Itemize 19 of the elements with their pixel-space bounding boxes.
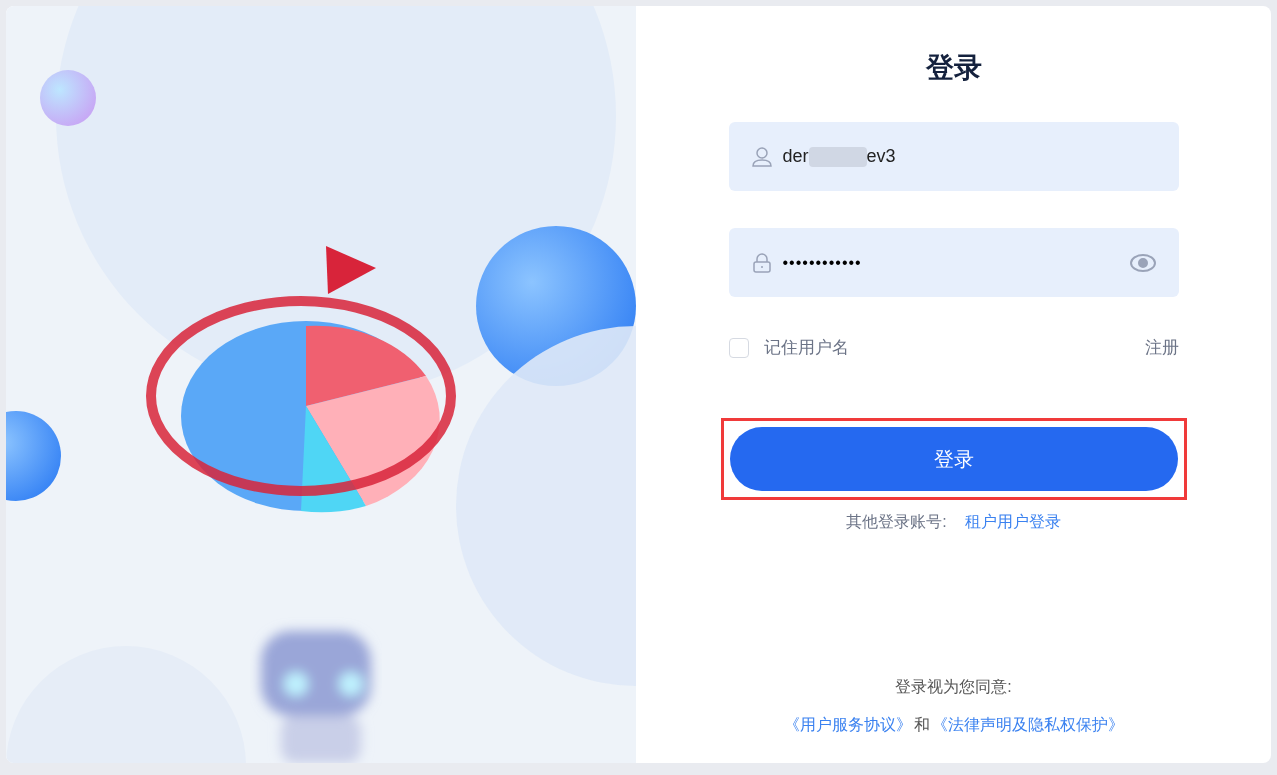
agreement-intro: 登录视为您同意: <box>895 677 1012 697</box>
register-link[interactable]: 注册 <box>1144 335 1179 361</box>
tenant-login-link[interactable]: 租户用户登录 <box>964 509 1061 534</box>
username-text-end: ev3 <box>866 145 896 168</box>
login-title: 登录 <box>925 51 982 85</box>
login-button[interactable]: 登录 <box>729 426 1178 491</box>
password-dots: •••••••••••• <box>782 252 863 273</box>
other-login-label: 其他登录账号: <box>846 511 947 532</box>
remember-label: 记住用户名 <box>763 337 849 359</box>
conjunction-text: 和 <box>913 715 930 735</box>
eye-icon[interactable] <box>1128 252 1157 273</box>
lock-icon <box>750 251 773 274</box>
username-text-start: der <box>782 145 809 168</box>
user-icon <box>750 145 773 168</box>
password-field[interactable]: •••••••••••• <box>728 228 1179 297</box>
username-field[interactable]: der ev3 <box>728 122 1179 191</box>
remember-checkbox[interactable] <box>728 337 749 358</box>
user-agreement-link[interactable]: 《用户服务协议》 <box>783 713 912 737</box>
privacy-link[interactable]: 《法律声明及隐私权保护》 <box>931 713 1124 737</box>
